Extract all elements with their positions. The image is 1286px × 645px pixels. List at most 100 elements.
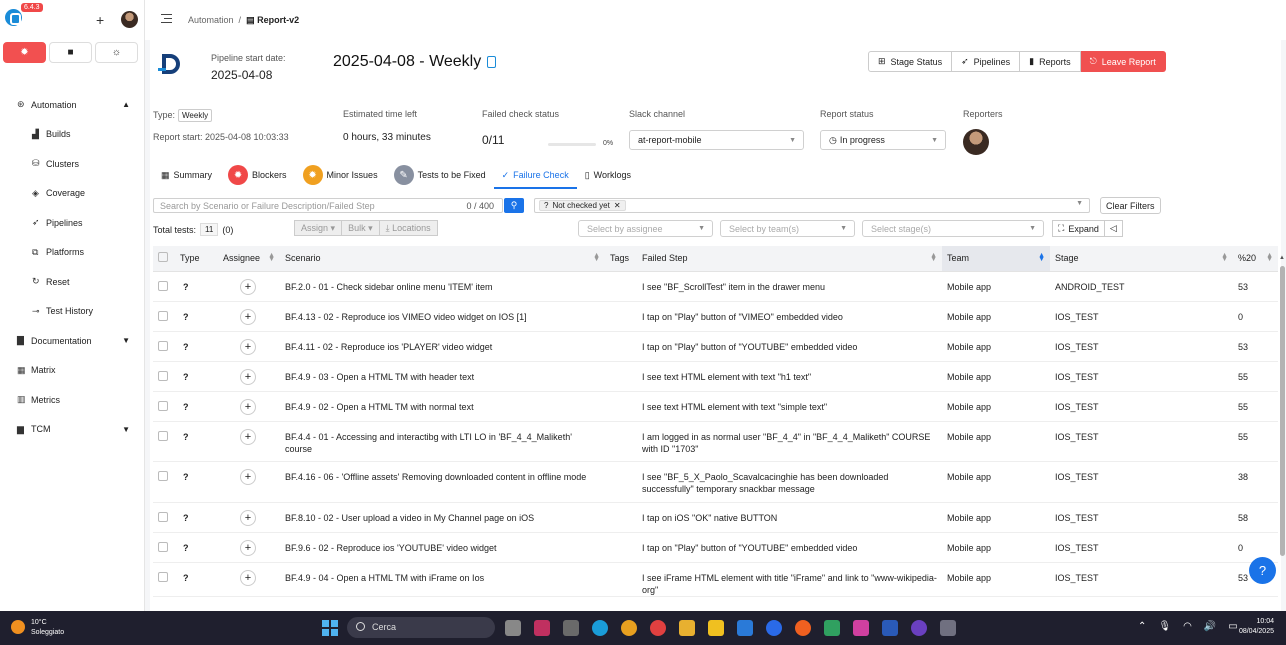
column-stage[interactable]: Stage ▲ ▼ [1050, 246, 1233, 272]
close-icon[interactable]: ✕ [614, 201, 621, 210]
add-assignee-button[interactable]: + [240, 509, 256, 526]
column-team[interactable]: Team ▲ ▼ [942, 246, 1050, 272]
stage-status-button[interactable]: ⊞ Stage Status [868, 51, 953, 72]
stage-filter-select[interactable]: Select stage(s) ▼ [862, 220, 1044, 237]
column-type[interactable]: Type [175, 246, 218, 272]
locations-button[interactable]: ⤓ Locations [379, 220, 438, 236]
tab-worklogs[interactable]: ▯ Worklogs [577, 162, 639, 188]
help-button[interactable]: ? [1249, 557, 1276, 584]
notes-mode-button[interactable]: ■ [49, 42, 92, 63]
table-row[interactable]: ? + BF.9.6 - 02 - Reproduce ios 'YOUTUBE' … [153, 532, 1278, 563]
column-tags[interactable]: Tags [605, 246, 637, 272]
add-assignee-button[interactable]: + [240, 428, 256, 445]
leave-report-button[interactable]: ⎋ Leave Report [1080, 51, 1166, 72]
app-icon[interactable] [824, 620, 840, 636]
zoom-icon[interactable] [766, 620, 782, 636]
breadcrumb-parent[interactable]: Automation [188, 15, 234, 25]
microphone-icon[interactable]: 🎙 [1158, 621, 1171, 632]
status-filter-select[interactable]: ? Not checked yet ✕ ▼ [534, 198, 1090, 213]
file-explorer-icon[interactable] [679, 620, 695, 636]
table-row[interactable]: ? + BF.2.0 - 01 - Check sidebar online men… [153, 271, 1278, 302]
table-row[interactable]: ? + BF.4.9 - 03 - Open a HTML TM with head… [153, 361, 1278, 392]
sidebar-item-test-history[interactable]: ⊸ Test History [0, 297, 145, 327]
volume-icon[interactable]: 🔊 [1204, 621, 1216, 632]
task-view-icon[interactable] [505, 620, 521, 636]
sidebar-item-metrics[interactable]: ▥ Metrics [0, 385, 145, 415]
add-assignee-button[interactable]: + [240, 569, 256, 586]
sidebar-item-documentation[interactable]: ▇ Documentation ▼ [0, 326, 145, 356]
settings-icon[interactable] [940, 620, 956, 636]
row-checkbox[interactable] [158, 511, 168, 522]
add-icon[interactable]: + [96, 12, 104, 28]
sidebar-item-matrix[interactable]: ▦ Matrix [0, 356, 145, 386]
column-assignee[interactable]: Assignee ▲ ▼ [218, 246, 280, 272]
row-checkbox[interactable] [158, 400, 168, 411]
expand-button[interactable]: ⛶ Expand [1052, 220, 1105, 237]
clear-filters-button[interactable]: Clear Filters [1100, 197, 1161, 214]
sidebar-item-reset[interactable]: ↻ Reset [0, 267, 145, 297]
clock[interactable]: 10:04 08/04/2025 [1232, 617, 1274, 637]
tab-tests-to-be-fixed[interactable]: ✎ Tests to be Fixed [386, 162, 494, 188]
bug-mode-button[interactable]: ✹ [3, 42, 46, 63]
row-checkbox[interactable] [158, 310, 168, 321]
sidebar-item-clusters[interactable]: ⛁ Clusters [0, 149, 145, 179]
add-assignee-button[interactable]: + [240, 338, 256, 355]
chevron-up-icon[interactable]: ⌃ [1138, 621, 1146, 632]
app-logo[interactable] [5, 9, 22, 26]
column-pct[interactable]: %20 ▲ ▼ [1233, 246, 1278, 272]
reports-button[interactable]: ▮ Reports [1020, 51, 1081, 72]
table-row[interactable]: ? + BF.4.4 - 01 - Accessing and interactib… [153, 421, 1278, 462]
collapse-button[interactable]: ◁ [1104, 220, 1123, 237]
select-all-checkbox[interactable] [158, 252, 168, 263]
row-checkbox[interactable] [158, 571, 168, 582]
add-assignee-button[interactable]: + [240, 468, 256, 485]
row-checkbox[interactable] [158, 280, 168, 291]
weather-sun-icon[interactable] [11, 620, 25, 634]
edge-icon[interactable] [592, 620, 608, 636]
chrome-profile-icon[interactable] [650, 620, 666, 636]
add-assignee-button[interactable]: + [240, 368, 256, 385]
chevron-up-icon[interactable]: ▲ [122, 100, 130, 109]
tab-failure-check[interactable]: ✓ Failure Check [493, 162, 577, 189]
weather-widget[interactable]: 10°C Soleggiato [31, 618, 64, 638]
windows-start-icon[interactable] [322, 620, 338, 636]
assign-button[interactable]: Assign ▾ [294, 220, 343, 236]
pipelines-button[interactable]: ➶ Pipelines [952, 51, 1021, 72]
postman-icon[interactable] [795, 620, 811, 636]
add-assignee-button[interactable]: + [240, 398, 256, 415]
taskbar-search[interactable]: Cerca [347, 617, 495, 638]
add-assignee-button[interactable]: + [240, 308, 256, 325]
tab-summary[interactable]: ▦ Summary [153, 162, 220, 188]
chevron-down-icon[interactable]: ▼ [122, 336, 130, 345]
row-checkbox[interactable] [158, 430, 168, 441]
sidebar-item-coverage[interactable]: ◈ Coverage [0, 179, 145, 209]
user-avatar[interactable] [121, 11, 138, 28]
copilot-icon[interactable] [853, 620, 869, 636]
row-checkbox[interactable] [158, 541, 168, 552]
team-filter-select[interactable]: Select by team(s) ▼ [720, 220, 855, 237]
add-assignee-button[interactable]: + [240, 278, 256, 295]
sidebar-item-pipelines[interactable]: ➶ Pipelines [0, 208, 145, 238]
vertical-scrollbar[interactable] [1280, 266, 1285, 556]
sidebar-item-tcm[interactable]: ▆ TCM ▼ [0, 415, 145, 445]
sidebar-item-builds[interactable]: ▟ Builds [0, 120, 145, 150]
app-icon[interactable] [882, 620, 898, 636]
menu-collapse-icon[interactable] [161, 14, 172, 23]
slack-channel-select[interactable]: at-report-mobile ▼ [629, 130, 804, 150]
sidebar-item-automation[interactable]: ⊛ Automation ▲ [0, 90, 145, 120]
row-checkbox[interactable] [158, 340, 168, 351]
calculator-icon[interactable] [563, 620, 579, 636]
row-checkbox[interactable] [158, 370, 168, 381]
sidebar-item-platforms[interactable]: ⧉ Platforms [0, 238, 145, 268]
search-button[interactable]: ⚲ [504, 198, 524, 213]
table-row[interactable]: ? + BF.4.13 - 02 - Reproduce ios VIMEO vid… [153, 301, 1278, 332]
reporter-avatar[interactable] [963, 129, 989, 155]
assignee-filter-select[interactable]: Select by assignee ▼ [578, 220, 713, 237]
column-failed-step[interactable]: Failed Step ▲ ▼ [637, 246, 942, 272]
chrome-icon[interactable] [911, 620, 927, 636]
table-row[interactable]: ? + BF.8.10 - 02 - User upload a video in … [153, 502, 1278, 533]
bulk-button[interactable]: Bulk ▾ [342, 220, 380, 236]
add-assignee-button[interactable]: + [240, 539, 256, 556]
table-row[interactable]: ? + BF.4.9 - 04 - Open a HTML TM with iFra… [153, 562, 1278, 597]
tab-blockers[interactable]: ✹ Blockers [220, 162, 295, 188]
